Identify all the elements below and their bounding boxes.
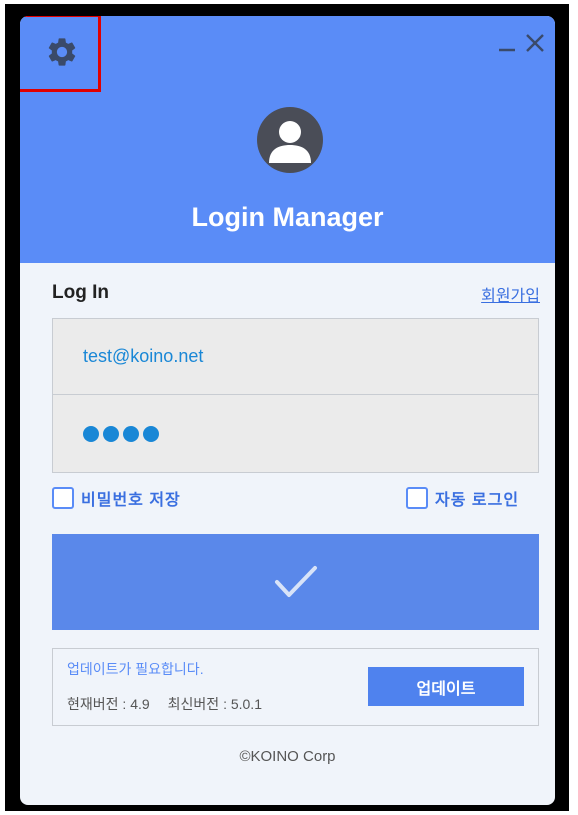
update-message: 업데이트가 필요합니다. [67, 661, 204, 677]
password-dots [83, 426, 159, 442]
password-field[interactable] [53, 396, 538, 472]
app-title: Login Manager [191, 202, 384, 232]
login-button[interactable] [52, 534, 539, 630]
save-password-label: 비밀번호 저장 [81, 492, 181, 509]
version-info: 현재버전 : 4.9 최신버전 : 5.0.1 [67, 694, 262, 714]
email-value: test@koino.net [83, 346, 204, 366]
close-icon [526, 34, 544, 52]
highlight-box [20, 16, 101, 92]
user-avatar-icon [269, 121, 311, 163]
password-dot [143, 426, 159, 442]
signup-link[interactable]: 회원가입 [481, 282, 540, 306]
password-dot [83, 426, 99, 442]
copyright-text: ©KOINO Corp [239, 748, 336, 765]
email-field[interactable]: test@koino.net [53, 319, 538, 395]
auto-login-label: 자동 로그인 [435, 492, 520, 509]
password-dot [103, 426, 119, 442]
current-version: 현재버전 : 4.9 [67, 696, 150, 712]
minimize-icon [499, 48, 515, 52]
close-button[interactable] [525, 30, 545, 54]
credentials-fields: test@koino.net [52, 318, 539, 473]
update-panel: 업데이트가 필요합니다. 현재버전 : 4.9 최신버전 : 5.0.1 업데이… [52, 648, 539, 726]
login-section-label: Log In [52, 282, 109, 303]
auto-login-checkbox[interactable] [406, 487, 428, 509]
header-panel: Login Manager [20, 16, 555, 263]
save-password-checkbox[interactable] [52, 487, 74, 509]
minimize-button[interactable] [497, 30, 517, 54]
save-password-option[interactable]: 비밀번호 저장 [52, 486, 181, 510]
checkmark-icon [274, 566, 317, 597]
update-button[interactable]: 업데이트 [368, 667, 524, 706]
latest-version: 최신버전 : 5.0.1 [167, 696, 262, 712]
user-avatar [257, 107, 323, 173]
window-controls [497, 30, 545, 54]
password-dot [123, 426, 139, 442]
login-window: Login Manager Log In 회원가입 test@koino.net… [20, 16, 555, 805]
auto-login-option[interactable]: 자동 로그인 [406, 486, 519, 510]
